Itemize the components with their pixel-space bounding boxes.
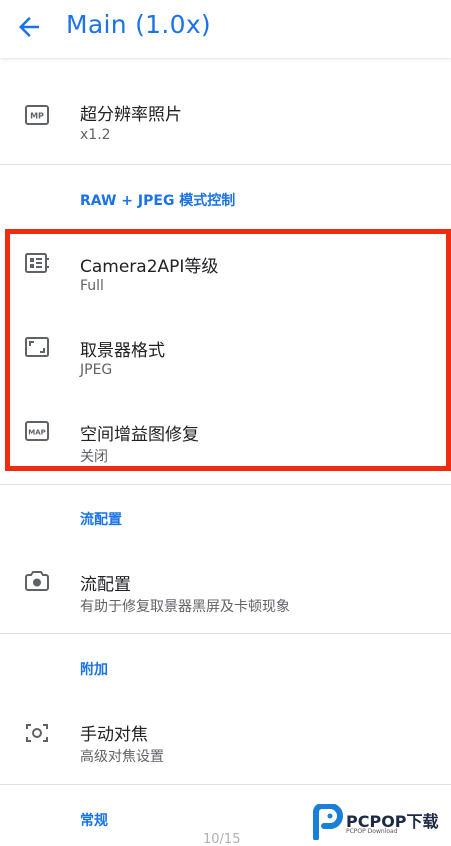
watermark: PCPOP下载 PCPOP Download	[312, 804, 451, 842]
svg-text:MP: MP	[30, 112, 44, 121]
divider	[0, 484, 451, 485]
map-badge-icon: MAP	[25, 421, 49, 441]
viewfinder-icon	[25, 337, 49, 357]
page-indicator: 10/15	[203, 832, 241, 846]
pref-summary: 关闭	[80, 449, 108, 465]
camera-api-icon	[25, 253, 49, 273]
focus-icon	[26, 724, 48, 742]
pref-summary: x1.2	[80, 127, 111, 143]
divider	[0, 784, 451, 785]
category-header-stream: 流配置	[80, 512, 122, 528]
category-header-general: 常规	[80, 813, 108, 829]
pref-manual-focus[interactable]: 手动对焦 高级对焦设置	[0, 708, 451, 784]
pref-summary: JPEG	[80, 362, 113, 378]
pref-summary: 高级对焦设置	[80, 749, 164, 765]
page-title: Main (1.0x)	[66, 10, 211, 39]
category-header-raw-jpeg: RAW + JPEG 模式控制	[80, 193, 236, 209]
back-button[interactable]	[14, 12, 44, 42]
pcpop-logo-icon	[313, 804, 343, 840]
pref-camera2api-level[interactable]: Camera2API等级 Full	[0, 236, 451, 316]
divider	[0, 164, 451, 165]
camera-icon	[25, 571, 49, 591]
pref-stream-config[interactable]: 流配置 有助于修复取景器黑屏及卡顿现象	[0, 556, 451, 632]
pref-title: 取景器格式	[80, 341, 165, 361]
pref-summary: Full	[80, 278, 104, 294]
pref-title: 手动对焦	[80, 725, 148, 745]
watermark-subtitle: PCPOP Download	[346, 828, 398, 835]
pref-title: 超分辨率照片	[80, 105, 182, 125]
pref-title: Camera2API等级	[80, 257, 219, 277]
pref-super-resolution[interactable]: MP 超分辨率照片 x1.2	[0, 86, 451, 162]
mp-badge-icon: MP	[25, 105, 49, 125]
category-header-extra: 附加	[80, 662, 108, 678]
app-bar: Main (1.0x)	[0, 0, 451, 58]
pref-viewfinder-format[interactable]: 取景器格式 JPEG	[0, 320, 451, 400]
pref-summary: 有助于修复取景器黑屏及卡顿现象	[80, 599, 290, 615]
divider	[0, 633, 451, 634]
svg-text:MAP: MAP	[28, 429, 46, 437]
pref-title: 流配置	[80, 575, 131, 595]
arrow-left-icon	[19, 17, 39, 37]
settings-screen: Main (1.0x) MP 超分辨率照片 x1.2 RAW + JPEG 模式…	[0, 0, 451, 846]
pref-gain-map-fix[interactable]: MAP 空间增益图修复 关闭	[0, 404, 451, 470]
pref-title: 空间增益图修复	[80, 425, 199, 445]
